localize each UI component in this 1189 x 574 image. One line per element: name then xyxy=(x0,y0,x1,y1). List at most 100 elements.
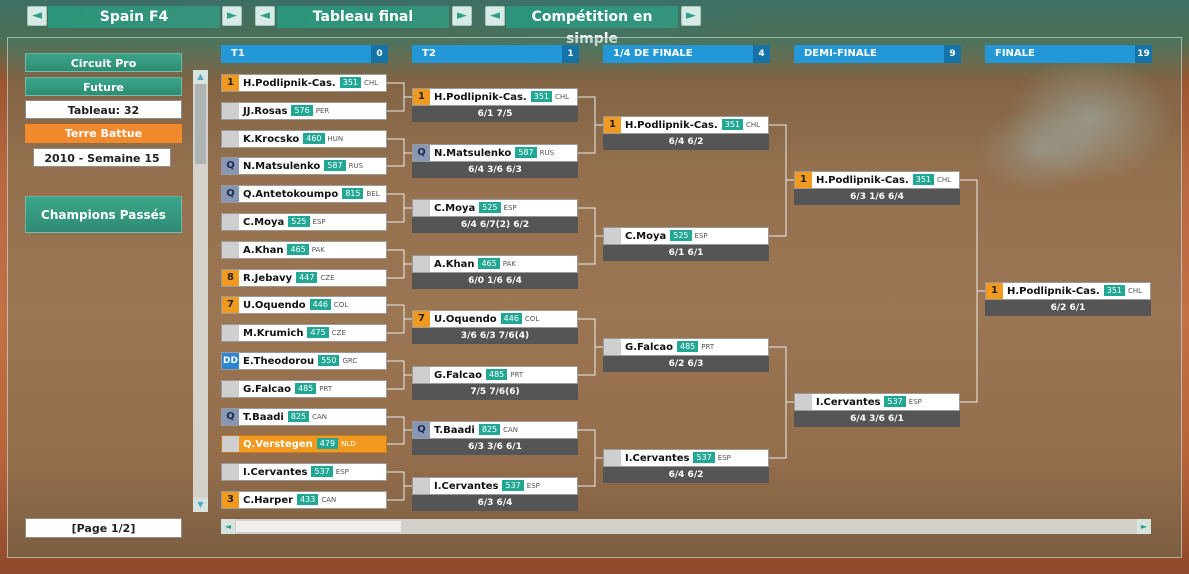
player-label: T.Baadi 825 CAN xyxy=(243,409,327,425)
player-name: H.Podlipnik-Cas. xyxy=(434,92,527,103)
player-slot[interactable]: Q N.Matsulenko 587 RUS xyxy=(412,144,578,162)
player-name: M.Krumich xyxy=(243,328,304,339)
player-slot[interactable]: 8 R.Jebavy 447 CZE xyxy=(221,269,387,287)
player-slot[interactable]: I.Cervantes 537 ESP xyxy=(221,463,387,481)
country-code: PAK xyxy=(311,246,325,254)
bracket-connector xyxy=(578,429,596,487)
player-label: E.Theodorou 550 GRC xyxy=(243,353,357,369)
match-score: 6/3 1/6 6/4 xyxy=(794,189,960,205)
ranking-badge: 537 xyxy=(693,452,715,463)
country-code: ESP xyxy=(717,454,731,462)
match-score: 7/5 7/6(6) xyxy=(412,384,578,400)
player-slot[interactable]: I.Cervantes 537 ESP xyxy=(412,477,578,495)
seed-badge: 1 xyxy=(222,75,239,91)
ranking-badge: 587 xyxy=(515,147,537,158)
player-slot[interactable]: 1 H.Podlipnik-Cas. 351 CHL xyxy=(603,116,769,134)
bracket-connector xyxy=(387,416,405,445)
player-slot[interactable]: DD E.Theodorou 550 GRC xyxy=(221,352,387,370)
country-code: ESP xyxy=(312,218,326,226)
player-label: I.Cervantes 537 ESP xyxy=(434,478,540,494)
country-code: CZE xyxy=(320,274,335,282)
player-name: U.Oquendo xyxy=(243,300,306,311)
player-slot[interactable]: 7 U.Oquendo 446 COL xyxy=(412,310,578,328)
player-label: H.Podlipnik-Cas. 351 CHL xyxy=(434,89,569,105)
match-score: 6/1 7/5 xyxy=(412,106,578,122)
player-name: N.Matsulenko xyxy=(243,161,321,172)
bracket-connector xyxy=(387,304,405,334)
country-code: ESP xyxy=(335,468,349,476)
seed-badge: 3 xyxy=(222,492,239,508)
player-slot[interactable]: K.Krocsko 460 HUN xyxy=(221,130,387,148)
player-name: JJ.Rosas xyxy=(243,106,288,117)
match-score: 3/6 6/3 7/6(4) xyxy=(412,328,578,344)
player-name: E.Theodorou xyxy=(243,356,315,367)
player-name: C.Harper xyxy=(243,495,294,506)
player-slot[interactable]: A.Khan 465 PAK xyxy=(412,255,578,273)
player-slot[interactable]: JJ.Rosas 576 PER xyxy=(221,102,387,120)
bracket-connector xyxy=(578,318,596,376)
seed-badge xyxy=(604,450,621,466)
bracket-connector xyxy=(387,138,405,167)
ranking-badge: 475 xyxy=(307,327,329,338)
player-name: R.Jebavy xyxy=(243,273,293,284)
player-slot[interactable]: I.Cervantes 537 ESP xyxy=(603,449,769,467)
seed-badge: 8 xyxy=(222,270,239,286)
player-name: H.Podlipnik-Cas. xyxy=(243,78,336,89)
player-name: N.Matsulenko xyxy=(434,148,512,159)
ranking-badge: 446 xyxy=(309,299,331,310)
bracket-connector xyxy=(769,124,787,237)
country-code: HUN xyxy=(327,135,344,143)
player-label: JJ.Rosas 576 PER xyxy=(243,103,329,119)
ranking-badge: 446 xyxy=(500,313,522,324)
player-slot[interactable]: M.Krumich 475 CZE xyxy=(221,324,387,342)
ranking-badge: 351 xyxy=(721,119,744,130)
seed-badge xyxy=(222,242,239,258)
player-slot[interactable]: 1 H.Podlipnik-Cas. 351 CHL xyxy=(412,88,578,106)
ranking-badge: 465 xyxy=(287,244,309,255)
player-slot[interactable]: C.Moya 525 ESP xyxy=(221,213,387,231)
ranking-badge: 576 xyxy=(291,105,313,116)
country-code: ESP xyxy=(694,232,708,240)
ranking-badge: 351 xyxy=(1103,285,1126,296)
player-name: Q.Antetokoumpo xyxy=(243,189,339,200)
bracket-connector xyxy=(387,360,405,390)
match-score: 6/1 6/1 xyxy=(603,245,769,261)
seed-badge: Q xyxy=(222,409,239,425)
player-slot[interactable]: I.Cervantes 537 ESP xyxy=(794,393,960,411)
seed-badge xyxy=(413,200,430,216)
player-slot[interactable]: 1 H.Podlipnik-Cas. 351 CHL xyxy=(794,171,960,189)
player-slot[interactable]: Q.Verstegen 479 NLD xyxy=(221,435,387,453)
player-slot[interactable]: Q Q.Antetokoumpo 815 BEL xyxy=(221,185,387,203)
player-slot[interactable]: 1 H.Podlipnik-Cas. 351 CHL xyxy=(985,282,1151,300)
player-name: U.Oquendo xyxy=(434,314,497,325)
ranking-badge: 550 xyxy=(318,355,340,366)
player-label: R.Jebavy 447 CZE xyxy=(243,270,335,286)
player-slot[interactable]: 1 H.Podlipnik-Cas. 351 CHL xyxy=(221,74,387,92)
country-code: CZE xyxy=(331,329,346,337)
ranking-badge: 460 xyxy=(303,133,325,144)
seed-badge xyxy=(222,381,239,397)
seed-badge xyxy=(222,325,239,341)
player-slot[interactable]: 3 C.Harper 433 CAN xyxy=(221,491,387,509)
player-label: Q.Verstegen 479 NLD xyxy=(243,436,356,452)
player-slot[interactable]: Q T.Baadi 825 CAN xyxy=(412,421,578,439)
ranking-badge: 525 xyxy=(670,230,692,241)
player-slot[interactable]: 7 U.Oquendo 446 COL xyxy=(221,296,387,314)
country-code: GRC xyxy=(342,357,358,365)
player-name: H.Podlipnik-Cas. xyxy=(816,175,909,186)
ranking-badge: 433 xyxy=(297,494,319,505)
player-slot[interactable]: Q T.Baadi 825 CAN xyxy=(221,408,387,426)
player-slot[interactable]: Q N.Matsulenko 587 RUS xyxy=(221,157,387,175)
player-name: H.Podlipnik-Cas. xyxy=(625,120,718,131)
player-slot[interactable]: G.Falcao 485 PRT xyxy=(603,338,769,356)
player-slot[interactable]: C.Moya 525 ESP xyxy=(412,199,578,217)
bracket-connector xyxy=(578,207,596,265)
player-slot[interactable]: G.Falcao 485 PRT xyxy=(221,380,387,398)
player-slot[interactable]: C.Moya 525 ESP xyxy=(603,227,769,245)
player-slot[interactable]: G.Falcao 485 PRT xyxy=(412,366,578,384)
player-slot[interactable]: A.Khan 465 PAK xyxy=(221,241,387,259)
player-label: U.Oquendo 446 COL xyxy=(434,311,539,327)
bracket-connector xyxy=(387,82,405,112)
seed-badge xyxy=(222,464,239,480)
ranking-badge: 825 xyxy=(287,411,310,422)
